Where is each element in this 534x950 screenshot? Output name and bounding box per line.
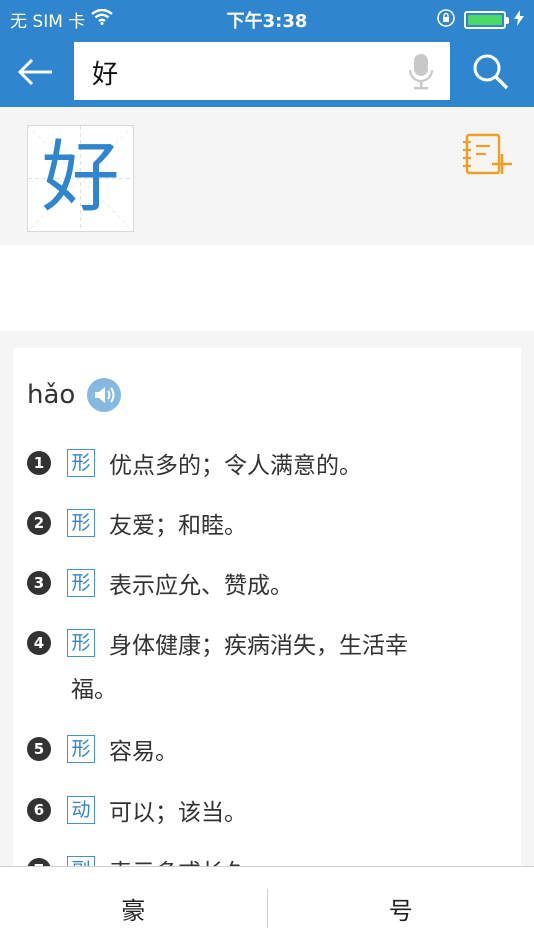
search-input[interactable]: 好	[74, 42, 450, 100]
definition-text: 容易。	[109, 739, 178, 765]
definition-number: 2	[27, 511, 51, 535]
pinyin-label: hǎo	[27, 380, 76, 410]
definition-item: 2 形 友爱；和睦。	[27, 504, 507, 548]
search-input-value: 好	[92, 60, 119, 90]
add-to-notebook-icon[interactable]	[462, 132, 514, 178]
definition-number: 3	[27, 571, 51, 595]
definition-text: 友爱；和睦。	[109, 513, 247, 539]
definition-number: 4	[27, 631, 51, 655]
part-of-speech-tag: 形	[67, 735, 95, 763]
microphone-icon[interactable]	[408, 52, 434, 90]
status-bar: 无 SIM 卡 下午3:38	[0, 0, 534, 36]
character-glyph: 好	[41, 133, 120, 223]
character-tile: 好	[27, 125, 134, 232]
definition-text-continued: 福。	[71, 677, 117, 703]
part-of-speech-tag: 形	[67, 629, 95, 657]
definition-text: 身体健康；疾病消失，生活幸	[109, 633, 408, 659]
definition-item: 4 形 身体健康；疾病消失，生活幸 福。	[27, 624, 507, 712]
top-bar: 无 SIM 卡 下午3:38 好	[0, 0, 534, 107]
blank-strip	[0, 245, 534, 331]
related-character-tab[interactable]: 豪	[0, 867, 267, 950]
search-icon[interactable]	[470, 52, 510, 92]
orientation-lock-icon	[436, 8, 456, 32]
definition-number: 5	[27, 737, 51, 761]
related-characters-bar: 豪 号	[0, 866, 534, 950]
definition-item: 5 形 容易。	[27, 730, 507, 774]
character-header: 好	[0, 107, 534, 245]
status-right	[436, 8, 524, 32]
part-of-speech-tag: 动	[67, 796, 95, 824]
definition-number: 6	[27, 798, 51, 822]
speaker-icon[interactable]	[87, 378, 122, 412]
back-arrow-icon[interactable]	[16, 52, 56, 92]
definition-text: 可以；该当。	[109, 800, 247, 826]
related-character-tab[interactable]: 号	[268, 867, 534, 950]
part-of-speech-tag: 形	[67, 569, 95, 597]
definition-number: 1	[27, 451, 51, 475]
part-of-speech-tag: 形	[67, 509, 95, 537]
pinyin-row: hǎo	[27, 378, 122, 412]
definition-item: 3 形 表示应允、赞成。	[27, 564, 507, 608]
definition-item: 6 动 可以；该当。	[27, 791, 507, 835]
definition-text: 表示应允、赞成。	[109, 573, 293, 599]
definition-card: hǎo 1 形 优点多的；令人满意的。 2 形 友爱；和睦。 3 形 表示应允、…	[13, 348, 521, 868]
definition-item: 1 形 优点多的；令人满意的。	[27, 444, 507, 488]
charging-icon	[514, 10, 524, 30]
definition-text: 优点多的；令人满意的。	[109, 453, 362, 479]
part-of-speech-tag: 形	[67, 449, 95, 477]
battery-icon	[464, 11, 509, 29]
